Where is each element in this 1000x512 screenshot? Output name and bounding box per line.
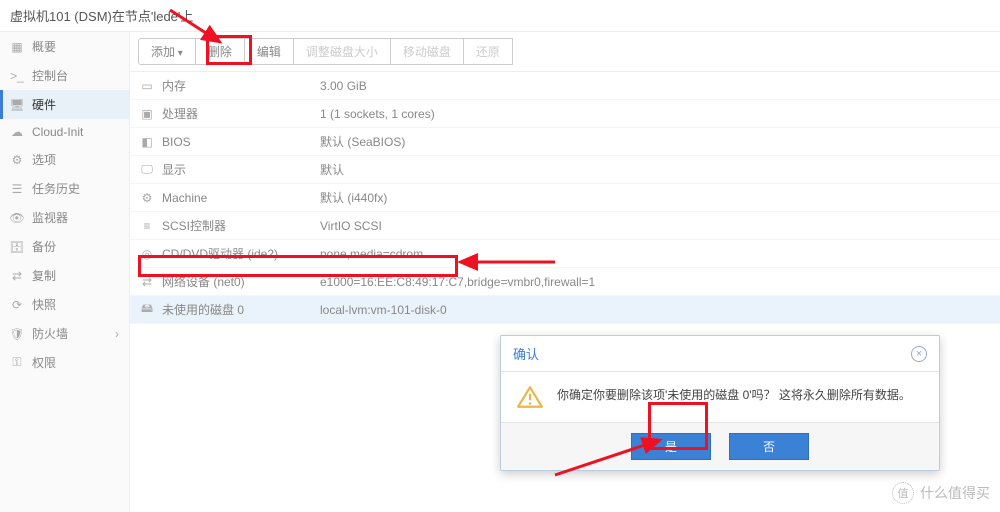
replication-icon: ⇄ <box>10 269 24 283</box>
sidebar-item-monitor[interactable]: 👁 监视器 <box>0 203 129 232</box>
bios-icon: ◧ <box>140 135 154 149</box>
sidebar-item-label: 任务历史 <box>32 180 80 197</box>
move-disk-button[interactable]: 移动磁盘 <box>390 38 464 65</box>
summary-icon: ▦ <box>10 40 24 54</box>
scsi-icon: ≡ <box>140 219 154 233</box>
hw-key: 内存 <box>162 77 186 94</box>
sidebar-item-label: 控制台 <box>32 67 68 84</box>
backup-icon: 🗄 <box>10 240 24 254</box>
sidebar-item-label: 概要 <box>32 38 56 55</box>
annotation-redbox <box>206 35 252 65</box>
display-icon: 🖵 <box>140 163 154 177</box>
hardware-row[interactable]: ⚙ Machine 默认 (i440fx) <box>130 184 1000 212</box>
sidebar-item-label: 监视器 <box>32 209 68 226</box>
sidebar-item-hardware[interactable]: 🖥 硬件 <box>0 90 129 119</box>
dialog-title: 确认 <box>513 344 539 363</box>
mem-icon: ▭ <box>140 79 154 93</box>
monitor-icon: 👁 <box>10 211 24 225</box>
annotation-redbox <box>138 255 458 277</box>
sidebar-item-label: 备份 <box>32 238 56 255</box>
console-icon: >_ <box>10 69 24 83</box>
sidebar-item-summary[interactable]: ▦ 概要 <box>0 32 129 61</box>
confirm-dialog: 确认 × 你确定你要删除该项'未使用的磁盘 0'吗？ 这将永久删除所有数据。 是… <box>500 335 940 471</box>
sidebar-item-snapshot[interactable]: ⟳ 快照 <box>0 290 129 319</box>
hardware-row[interactable]: ◧ BIOS 默认 (SeaBIOS) <box>130 128 1000 156</box>
no-button[interactable]: 否 <box>729 433 809 460</box>
hw-key: 未使用的磁盘 0 <box>162 301 244 318</box>
sidebar-item-label: 选项 <box>32 151 56 168</box>
hardware-icon: 🖥 <box>10 98 24 112</box>
hw-value: 3.00 GiB <box>320 79 367 93</box>
hardware-row[interactable]: 🖵 显示 默认 <box>130 156 1000 184</box>
chevron-right-icon: › <box>115 327 119 341</box>
revert-button[interactable]: 还原 <box>463 38 513 65</box>
hardware-row[interactable]: ▭ 内存 3.00 GiB <box>130 72 1000 100</box>
machine-icon: ⚙ <box>140 191 154 205</box>
sidebar-item-label: 权限 <box>32 354 56 371</box>
sidebar-item-firewall[interactable]: 🛡 防火墙 › <box>0 319 129 348</box>
tasks-icon: ☰ <box>10 182 24 196</box>
hardware-row[interactable]: ≡ SCSI控制器 VirtIO SCSI <box>130 212 1000 240</box>
hardware-list: ▭ 内存 3.00 GiB ▣ 处理器 1 (1 sockets, 1 cores) ◧ BI… <box>130 72 1000 324</box>
close-icon[interactable]: × <box>911 346 927 362</box>
hw-value: 默认 <box>320 161 344 178</box>
disk-icon: 🖴 <box>140 303 154 317</box>
sidebar-item-label: Cloud-Init <box>32 125 83 139</box>
warning-icon <box>517 386 543 408</box>
annotation-redbox <box>648 402 708 450</box>
sidebar-item-backup[interactable]: 🗄 备份 <box>0 232 129 261</box>
permission-icon: ⚿ <box>10 356 24 370</box>
hw-value: 1 (1 sockets, 1 cores) <box>320 107 435 121</box>
watermark: 值 什么值得买 <box>892 482 990 504</box>
sidebar-item-console[interactable]: >_ 控制台 <box>0 61 129 90</box>
hw-key: 显示 <box>162 161 186 178</box>
add-button[interactable]: 添加 <box>138 38 196 65</box>
dialog-message: 你确定你要删除该项'未使用的磁盘 0'吗？ 这将永久删除所有数据。 <box>557 386 911 403</box>
hw-key: Machine <box>162 191 207 205</box>
hw-value: 默认 (i440fx) <box>320 189 387 206</box>
toolbar: 添加 删除 编辑 调整磁盘大小 移动磁盘 还原 <box>130 32 1000 72</box>
hardware-row[interactable]: ▣ 处理器 1 (1 sockets, 1 cores) <box>130 100 1000 128</box>
resize-disk-button[interactable]: 调整磁盘大小 <box>293 38 391 65</box>
sidebar-item-gear[interactable]: ⚙ 选项 <box>0 145 129 174</box>
hw-value: VirtIO SCSI <box>320 219 382 233</box>
sidebar-item-replication[interactable]: ⇄ 复制 <box>0 261 129 290</box>
sidebar-item-permission[interactable]: ⚿ 权限 <box>0 348 129 377</box>
hardware-row[interactable]: 🖴 未使用的磁盘 0 local-lvm:vm-101-disk-0 <box>130 296 1000 324</box>
sidebar-item-label: 硬件 <box>32 96 56 113</box>
hw-key: SCSI控制器 <box>162 217 226 234</box>
gear-icon: ⚙ <box>10 153 24 167</box>
hw-key: BIOS <box>162 135 191 149</box>
sidebar-item-tasks[interactable]: ☰ 任务历史 <box>0 174 129 203</box>
page-title: 虚拟机101 (DSM)在节点'lede'上 <box>0 0 1000 32</box>
sidebar-item-label: 复制 <box>32 267 56 284</box>
hw-value: 默认 (SeaBIOS) <box>320 133 405 150</box>
cloud-icon: ☁ <box>10 125 24 139</box>
sidebar-item-label: 防火墙 <box>32 325 68 342</box>
sidebar-item-label: 快照 <box>32 296 56 313</box>
cpu-icon: ▣ <box>140 107 154 121</box>
hw-value: local-lvm:vm-101-disk-0 <box>320 303 447 317</box>
snapshot-icon: ⟳ <box>10 298 24 312</box>
hw-key: 处理器 <box>162 105 198 122</box>
sidebar-item-cloud[interactable]: ☁ Cloud-Init <box>0 119 129 145</box>
sidebar: ▦ 概要 >_ 控制台 🖥 硬件 ☁ Cloud-Init ⚙ 选项 ☰ 任务历史 👁 监视器 🗄 备份 ⇄ 复制… <box>0 32 130 512</box>
firewall-icon: 🛡 <box>10 327 24 341</box>
